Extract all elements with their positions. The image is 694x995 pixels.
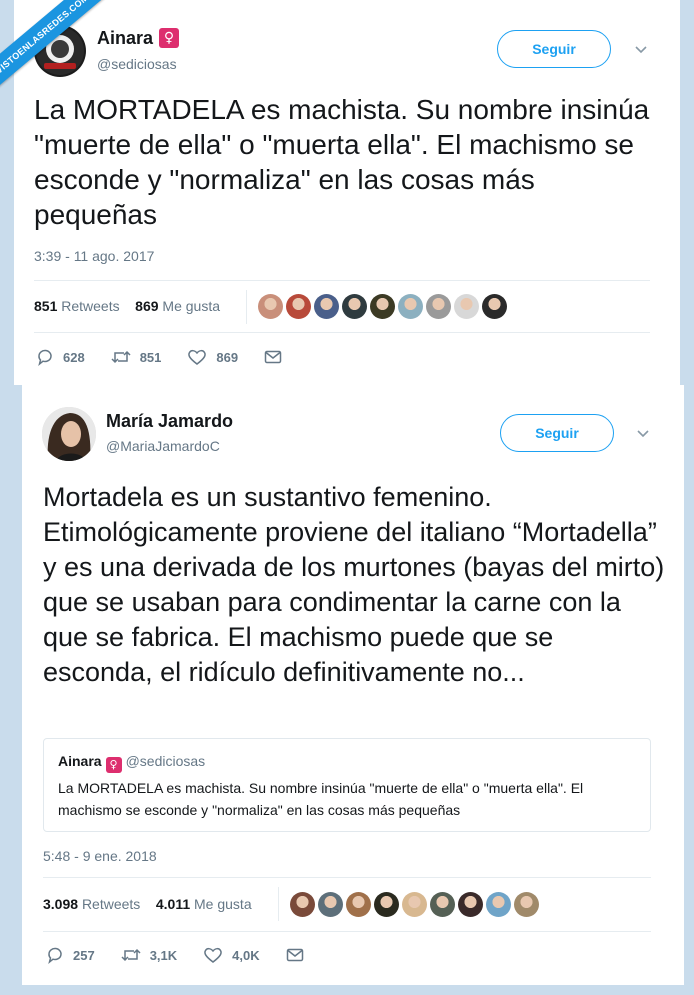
divider <box>34 280 650 281</box>
liker-avatar[interactable] <box>342 294 367 319</box>
heart-icon <box>188 349 207 365</box>
liker-avatar[interactable] <box>402 892 427 917</box>
likes-count: 869 <box>135 298 159 314</box>
divider <box>43 877 651 878</box>
like-count: 869 <box>216 349 239 365</box>
author-name[interactable]: Ainara ♀ <box>97 28 180 49</box>
retweets-stat[interactable]: 3.098 Retweets <box>43 896 140 912</box>
tweet-text: Mortadela es un sustantivo femenino. Eti… <box>43 482 665 687</box>
retweets-stat[interactable]: 851 Retweets <box>34 298 120 314</box>
retweet-icon <box>111 350 131 364</box>
liker-avatars <box>258 294 507 319</box>
retweet-icon <box>121 948 141 962</box>
reply-icon <box>38 349 52 366</box>
like-count: 4,0K <box>232 947 260 963</box>
liker-avatar[interactable] <box>514 892 539 917</box>
mail-icon <box>264 350 282 364</box>
likes-label: Me gusta <box>162 298 221 314</box>
tweet-card-maria: María Jamardo @MariaJamardoC Seguir Mort… <box>22 385 684 985</box>
tweet-timestamp[interactable]: 3:39 - 11 ago. 2017 <box>34 248 154 264</box>
reply-count: 628 <box>63 349 85 365</box>
retweets-count: 851 <box>34 298 58 314</box>
liker-avatar[interactable] <box>370 294 395 319</box>
follow-button[interactable]: Seguir <box>500 414 614 452</box>
liker-avatar[interactable] <box>426 294 451 319</box>
liker-avatar[interactable] <box>454 294 479 319</box>
tweet-text: La MORTADELA es machista. Su nombre insi… <box>34 94 650 230</box>
message-action[interactable] <box>264 349 291 365</box>
author-name-text[interactable]: Ainara <box>97 28 153 48</box>
author-name[interactable]: María Jamardo <box>106 411 233 432</box>
liker-avatar[interactable] <box>290 892 315 917</box>
quoted-author: Ainara ♀ @sediciosas <box>58 753 205 773</box>
avatar-photo-icon <box>42 407 96 461</box>
liker-avatar[interactable] <box>482 294 507 319</box>
follow-button[interactable]: Seguir <box>497 30 611 68</box>
tweet-actions: 628 851 869 <box>36 348 317 366</box>
quoted-tweet[interactable]: Ainara ♀ @sediciosas La MORTADELA es machi… <box>43 738 651 832</box>
liker-avatar[interactable] <box>374 892 399 917</box>
avatar[interactable] <box>42 407 96 461</box>
retweets-label: Retweets <box>61 298 120 314</box>
likes-count: 4.011 <box>155 896 191 912</box>
tweet-timestamp[interactable]: 5:48 - 9 ene. 2018 <box>43 848 157 864</box>
stats-separator <box>246 290 247 324</box>
liker-avatar[interactable] <box>318 892 343 917</box>
retweet-count: 3,1K <box>149 947 178 963</box>
stats-separator <box>278 887 279 921</box>
reply-action[interactable]: 257 <box>46 946 95 964</box>
female-sign-icon: ♀ <box>159 28 180 48</box>
reply-icon <box>48 947 62 964</box>
tweet-actions: 257 3,1K 4,0K <box>46 946 339 964</box>
liker-avatar[interactable] <box>430 892 455 917</box>
retweets-count: 3.098 <box>43 896 79 912</box>
liker-avatar[interactable] <box>314 294 339 319</box>
likes-stat[interactable]: 869 Me gusta <box>135 298 220 314</box>
quoted-text: La MORTADELA es machista. Su nombre insi… <box>58 780 584 818</box>
liker-avatars <box>290 892 539 917</box>
chevron-down-icon[interactable] <box>636 429 650 439</box>
likes-label: Me gusta <box>194 896 252 912</box>
divider <box>34 332 650 333</box>
retweet-action[interactable]: 3,1K <box>121 946 177 964</box>
retweet-count: 851 <box>139 349 162 365</box>
heart-icon <box>204 947 223 963</box>
author-handle[interactable]: @sediciosas <box>97 56 177 72</box>
like-action[interactable]: 4,0K <box>203 946 260 964</box>
liker-avatar[interactable] <box>458 892 483 917</box>
retweet-action[interactable]: 851 <box>111 348 162 366</box>
divider <box>43 931 651 932</box>
like-action[interactable]: 869 <box>187 348 238 366</box>
liker-avatar[interactable] <box>398 294 423 319</box>
retweets-label: Retweets <box>81 896 141 912</box>
mail-icon <box>286 948 303 962</box>
author-handle[interactable]: @MariaJamardoC <box>106 438 220 454</box>
reply-action[interactable]: 628 <box>36 348 85 366</box>
quoted-author-name: Ainara <box>58 753 102 769</box>
liker-avatar[interactable] <box>486 892 511 917</box>
liker-avatar[interactable] <box>258 294 283 319</box>
chevron-down-icon[interactable] <box>634 45 648 55</box>
message-action[interactable] <box>286 947 313 963</box>
tweet-stats: 851 Retweets 869 Me gusta <box>34 298 220 314</box>
liker-avatar[interactable] <box>346 892 371 917</box>
liker-avatar[interactable] <box>286 294 311 319</box>
female-sign-icon: ♀ <box>105 757 122 773</box>
tweet-card-ainara: Ainara ♀ @sediciosas Seguir La MORTADELA … <box>14 0 680 385</box>
quoted-author-handle: @sediciosas <box>125 753 206 769</box>
tweet-stats: 3.098 Retweets 4.011 Me gusta <box>43 896 252 912</box>
likes-stat[interactable]: 4.011 Me gusta <box>156 896 252 912</box>
reply-count: 257 <box>73 947 95 963</box>
